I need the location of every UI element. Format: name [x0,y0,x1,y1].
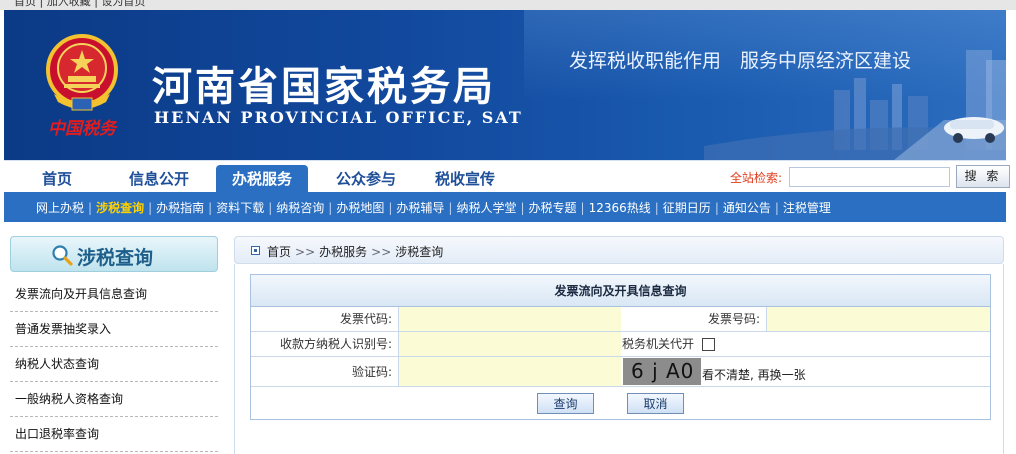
subnav-divider: | [388,201,393,215]
tab-tax-publicity[interactable]: 税收宣传 [422,165,508,193]
subnav-divider: | [148,201,153,215]
city-skyline-image [704,50,1006,160]
query-button[interactable]: 查询 [537,393,594,414]
captcha-refresh-link[interactable]: 看不清楚, 再换一张 [702,366,806,383]
sidebar-item-general-taxpayer[interactable]: 一般纳税人资格查询 [10,382,218,417]
sidebar-item-taxpayer-status[interactable]: 纳税人状态查询 [10,347,218,382]
subnav-item-online-tax[interactable]: 网上办税 [36,201,84,215]
subnav-item-tax-agent[interactable]: 注税管理 [783,201,831,215]
breadcrumb-current: 涉税查询 [395,245,444,259]
sidebar-title: 涉税查询 [77,247,154,269]
subnav-divider: | [208,201,213,215]
subnav-item-notices[interactable]: 通知公告 [723,201,771,215]
breadcrumb-path: 首页 >> 办税服务 >> 涉税查询 [267,243,443,260]
captcha-cell [399,357,621,386]
site-subtitle: HENAN PROVINCIAL OFFICE, SAT [154,108,523,127]
payee-id-input[interactable] [399,332,621,356]
form-row-captcha: 验证码: 6 j A0 看不清楚, 再换一张 [251,357,990,387]
breadcrumb: 首页 >> 办税服务 >> 涉税查询 [234,236,1004,264]
sidebar-header: 涉税查询 [10,236,218,272]
site-title: 河南省国家税务局 [152,63,496,110]
breadcrumb-separator: >> [371,245,392,259]
sidebar-item-export-rebate[interactable]: 出口退税率查询 [10,417,218,452]
breadcrumb-tax-service[interactable]: 办税服务 [319,245,367,259]
sidebar-list: 发票流向及开具信息查询 普通发票抽奖录入 纳税人状态查询 一般纳税人资格查询 出… [10,277,218,452]
search-button[interactable]: 搜 索 [956,165,1010,188]
subnav-item-topics[interactable]: 办税专题 [529,201,577,215]
invoice-code-input[interactable] [399,307,621,331]
form-row-invoice: 发票代码: 发票号码: [251,307,990,332]
tax-logo-script: 中国税务 [48,119,116,139]
invoice-code-label: 发票代码: [251,307,399,331]
payee-id-label: 收款方纳税人识别号: [251,332,399,356]
subnav-item-tax-query[interactable]: 涉税查询 [96,201,144,215]
subnav-divider: | [268,201,273,215]
national-emblem-icon [46,34,118,111]
subnav-divider: | [654,201,659,215]
tab-public-participation[interactable]: 公众参与 [322,165,410,193]
invoice-code-cell [399,307,621,331]
tax-office-issued-checkbox[interactable] [702,338,716,351]
subnav-item-calendar[interactable]: 征期日历 [663,201,711,215]
sidebar-item-invoice-lottery[interactable]: 普通发票抽奖录入 [10,312,218,347]
subnav-item-map[interactable]: 办税地图 [336,201,384,215]
subnav-divider: | [774,201,779,215]
tax-office-issued-cell: 税务机关代开 [621,332,990,356]
search-icon [52,245,73,266]
subnav-divider: | [88,201,93,215]
captcha-image[interactable]: 6 j A0 [623,358,701,385]
subnav-item-tax-guide[interactable]: 办税指南 [156,201,204,215]
cancel-button[interactable]: 取消 [627,393,684,414]
site-banner: 中国税务 河南省国家税务局 HENAN PROVINCIAL OFFICE, S… [4,10,1006,160]
top-strip: 首页 | 加入收藏 | 设为首页 [0,0,1016,10]
sub-nav: 网上办税 | 涉税查询 | 办税指南 | 资料下载 | 纳税咨询 | 办税地图 | 办税辅导 | 纳税人学堂… [4,192,1006,222]
subnav-divider: | [520,201,525,215]
form-buttons: 查询 取消 [251,387,990,417]
breadcrumb-home[interactable]: 首页 [267,245,291,259]
captcha-label: 验证码: [251,357,399,386]
tab-home[interactable]: 首页 [26,165,88,193]
tab-tax-service[interactable]: 办税服务 [216,165,308,193]
sub-nav-items: 网上办税 | 涉税查询 | 办税指南 | 资料下载 | 纳税咨询 | 办税地图 | 办税辅导 | 纳税人学堂… [36,199,831,216]
tab-info-public[interactable]: 信息公开 [122,165,196,193]
form-title: 发票流向及开具信息查询 [251,275,990,307]
top-strip-links[interactable]: 首页 | 加入收藏 | 设为首页 [14,0,145,9]
sidebar-item-invoice-flow[interactable]: 发票流向及开具信息查询 [10,277,218,312]
subnav-item-tutoring[interactable]: 办税辅导 [396,201,444,215]
site-search-label: 全站检索: [730,171,783,185]
subnav-item-classroom[interactable]: 纳税人学堂 [456,201,516,215]
breadcrumb-bullet-icon [251,246,260,255]
payee-id-cell [399,332,621,356]
subnav-item-downloads[interactable]: 资料下载 [216,201,264,215]
subnav-divider: | [580,201,585,215]
form-row-payee: 收款方纳税人识别号: 税务机关代开 [251,332,990,357]
invoice-number-label: 发票号码: [621,307,767,331]
site-search-input[interactable] [789,167,950,187]
invoice-query-form: 发票流向及开具信息查询 发票代码: 发票号码: 收款方纳税人识别号: 税务机关代… [250,274,991,420]
subnav-item-consulting[interactable]: 纳税咨询 [276,201,324,215]
breadcrumb-separator: >> [295,245,316,259]
tax-office-issued-label: 税务机关代开 [622,337,695,351]
main-nav: 首页 信息公开 办税服务 公众参与 税收宣传 全站检索: 搜 索 [4,160,1010,193]
invoice-number-input[interactable] [767,307,990,331]
captcha-input[interactable] [399,357,621,386]
subnav-divider: | [448,201,453,215]
subnav-item-hotline[interactable]: 12366热线 [589,201,651,215]
subnav-divider: | [714,201,719,215]
subnav-divider: | [328,201,333,215]
invoice-number-cell [767,307,990,331]
